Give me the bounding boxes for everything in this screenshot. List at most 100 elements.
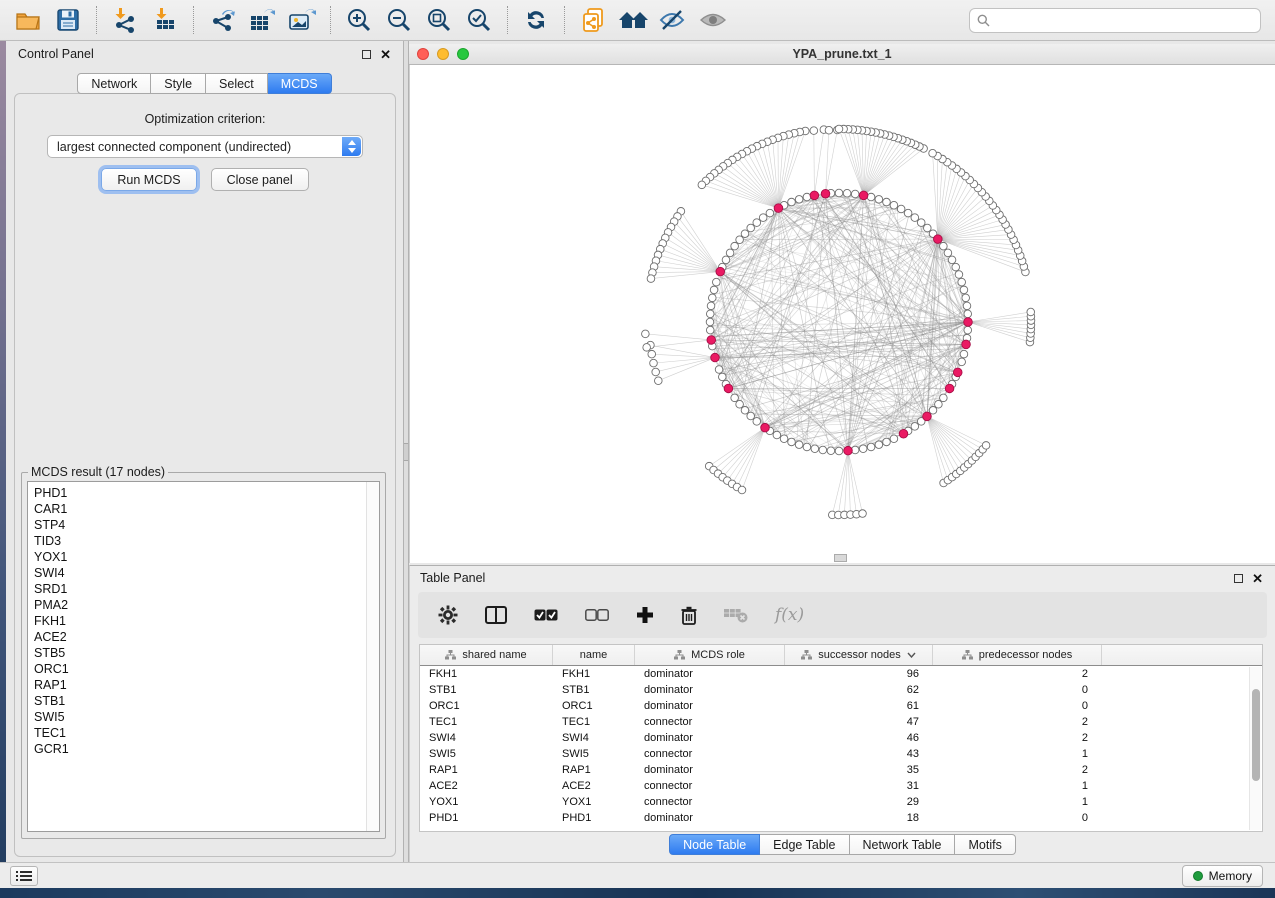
graph-node[interactable] xyxy=(929,149,937,157)
graph-node[interactable] xyxy=(747,224,755,232)
splitter-handle[interactable] xyxy=(404,443,408,461)
mcds-result-item[interactable]: RAP1 xyxy=(34,677,373,693)
mcds-result-item[interactable]: STB5 xyxy=(34,645,373,661)
graph-node[interactable] xyxy=(718,373,726,381)
table-cell[interactable]: 61 xyxy=(785,700,933,712)
graph-node[interactable] xyxy=(731,394,739,402)
mcds-result-item[interactable]: PHD1 xyxy=(34,485,373,501)
column-header-predecessor-nodes[interactable]: predecessor nodes xyxy=(933,645,1102,665)
column-header-name[interactable]: name xyxy=(553,645,635,665)
graph-hub-node[interactable] xyxy=(964,318,973,327)
table-cell[interactable]: dominator xyxy=(635,732,785,744)
graph-node[interactable] xyxy=(883,198,891,206)
run-mcds-button[interactable]: Run MCDS xyxy=(101,168,196,191)
graph-hub-node[interactable] xyxy=(707,336,716,345)
table-cell[interactable]: ORC1 xyxy=(553,700,635,712)
graph-node[interactable] xyxy=(883,438,891,446)
task-history-button[interactable] xyxy=(10,866,38,886)
graph-node[interactable] xyxy=(929,407,937,415)
graph-node[interactable] xyxy=(713,278,721,286)
table-cell[interactable]: 1 xyxy=(933,748,1102,760)
graph-node[interactable] xyxy=(843,189,851,197)
graph-node[interactable] xyxy=(859,510,867,518)
mcds-result-item[interactable]: CAR1 xyxy=(34,501,373,517)
table-scrollbar[interactable] xyxy=(1249,667,1261,830)
graph-node[interactable] xyxy=(741,407,749,415)
graph-node[interactable] xyxy=(890,435,898,443)
show-panel-button[interactable] xyxy=(693,4,733,36)
graph-node[interactable] xyxy=(960,286,968,294)
graph-hub-node[interactable] xyxy=(724,384,733,393)
criterion-select[interactable]: largest connected component (undirected) xyxy=(47,135,363,158)
close-panel-icon[interactable]: ✕ xyxy=(380,48,391,61)
graph-node[interactable] xyxy=(788,438,796,446)
graph-node[interactable] xyxy=(835,189,843,197)
graph-node[interactable] xyxy=(875,196,883,204)
table-cell[interactable]: connector xyxy=(635,716,785,728)
graph-node[interactable] xyxy=(917,219,925,227)
delete-column-button[interactable] xyxy=(681,606,697,625)
graph-node[interactable] xyxy=(911,214,919,222)
table-cell[interactable]: TEC1 xyxy=(553,716,635,728)
graph-node[interactable] xyxy=(960,350,968,358)
table-row[interactable]: TEC1TEC1connector472 xyxy=(420,714,1262,730)
graph-node[interactable] xyxy=(795,196,803,204)
graph-node[interactable] xyxy=(982,442,990,450)
graph-node[interactable] xyxy=(698,181,706,189)
mcds-result-item[interactable]: GCR1 xyxy=(34,741,373,757)
table-cell[interactable]: connector xyxy=(635,748,785,760)
table-cell[interactable]: 35 xyxy=(785,764,933,776)
table-cell[interactable]: dominator xyxy=(635,684,785,696)
graph-hub-node[interactable] xyxy=(844,446,853,455)
table-cell[interactable]: SWI5 xyxy=(553,748,635,760)
table-cell[interactable]: PHD1 xyxy=(553,812,635,824)
graph-node[interactable] xyxy=(955,271,963,279)
table-cell[interactable]: 2 xyxy=(933,764,1102,776)
window-minimize-icon[interactable] xyxy=(437,48,449,60)
graph-node[interactable] xyxy=(706,310,714,318)
select-all-columns-button[interactable] xyxy=(534,609,558,621)
graph-node[interactable] xyxy=(867,193,875,201)
table-cell[interactable]: ACE2 xyxy=(420,780,553,792)
graph-node[interactable] xyxy=(741,230,749,238)
table-row[interactable]: ORC1ORC1dominator610 xyxy=(420,698,1262,714)
table-cell[interactable]: 0 xyxy=(933,684,1102,696)
graph-node[interactable] xyxy=(851,190,859,198)
graph-node[interactable] xyxy=(911,423,919,431)
save-session-button[interactable] xyxy=(48,4,88,36)
graph-node[interactable] xyxy=(940,394,948,402)
graph-node[interactable] xyxy=(835,447,843,455)
table-cell[interactable]: dominator xyxy=(635,812,785,824)
table-cell[interactable]: RAP1 xyxy=(420,764,553,776)
table-cell[interactable]: 2 xyxy=(933,668,1102,680)
mcds-result-item[interactable]: FKH1 xyxy=(34,613,373,629)
table-cell[interactable]: STB1 xyxy=(553,684,635,696)
table-cell[interactable]: dominator xyxy=(635,668,785,680)
mcds-result-item[interactable]: PMA2 xyxy=(34,597,373,613)
mcds-result-list[interactable]: PHD1CAR1STP4TID3YOX1SWI4SRD1PMA2FKH1ACE2… xyxy=(27,481,380,832)
search-input[interactable] xyxy=(969,8,1261,33)
table-cell[interactable]: 29 xyxy=(785,796,933,808)
tab-edge-table[interactable]: Edge Table xyxy=(760,834,849,855)
table-cell[interactable]: 2 xyxy=(933,716,1102,728)
table-row[interactable]: SWI5SWI5connector431 xyxy=(420,746,1262,762)
graph-node[interactable] xyxy=(715,366,723,374)
import-table-button[interactable] xyxy=(145,4,185,36)
close-panel-button[interactable]: Close panel xyxy=(211,168,309,191)
graph-node[interactable] xyxy=(859,445,867,453)
graph-hub-node[interactable] xyxy=(859,191,868,200)
graph-node[interactable] xyxy=(706,326,714,334)
table-cell[interactable]: 2 xyxy=(933,732,1102,744)
table-row[interactable]: PHD1PHD1dominator180 xyxy=(420,810,1262,826)
graph-node[interactable] xyxy=(835,125,843,133)
mcds-result-item[interactable]: SWI5 xyxy=(34,709,373,725)
graph-node[interactable] xyxy=(706,318,714,326)
table-cell[interactable]: 96 xyxy=(785,668,933,680)
table-cell[interactable]: SWI4 xyxy=(553,732,635,744)
table-cell[interactable]: 43 xyxy=(785,748,933,760)
show-column-panel-button[interactable] xyxy=(485,606,507,624)
graph-node[interactable] xyxy=(710,286,718,294)
table-cell[interactable]: YOX1 xyxy=(553,796,635,808)
tab-node-table[interactable]: Node Table xyxy=(669,834,760,855)
graph-node[interactable] xyxy=(803,193,811,201)
